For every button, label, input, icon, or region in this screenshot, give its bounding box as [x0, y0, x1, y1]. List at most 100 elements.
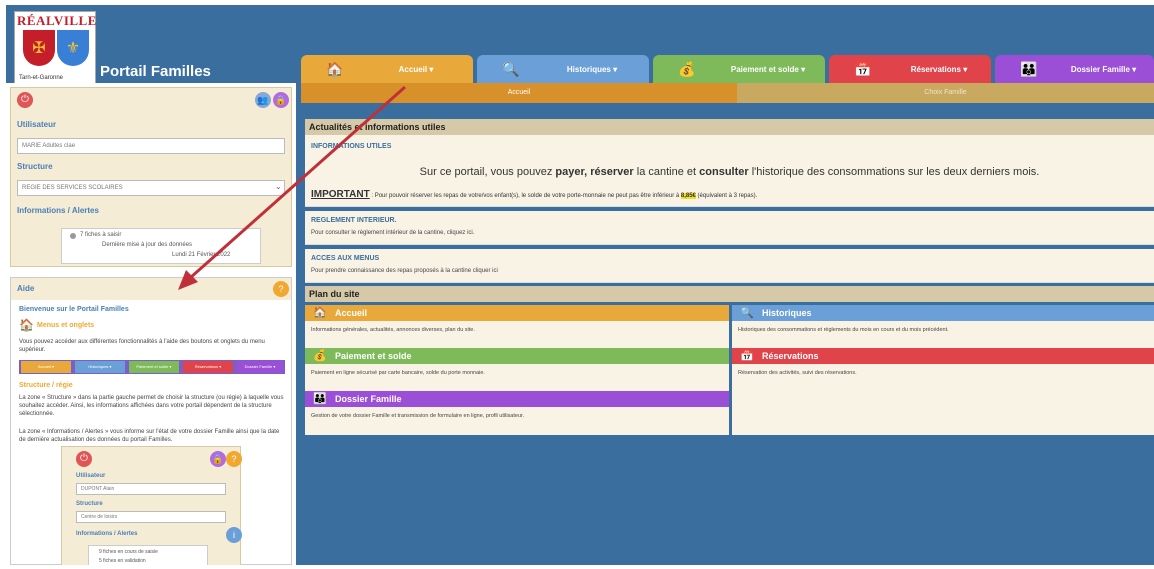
family-icon: 👪 — [1020, 61, 1038, 77]
subtab-choix-famille[interactable]: Choix Famille — [737, 83, 1154, 103]
plan-card-accueil[interactable]: Accueil 🏠 Informations générales, actual… — [305, 305, 729, 349]
calendar-icon: 📅 — [854, 61, 872, 77]
help-menus-title: Menus et onglets — [37, 322, 95, 329]
alert-line-3: Lundi 21 Février 2022 — [172, 252, 231, 258]
mini-user-field: DUPONT Alain — [76, 483, 226, 495]
menus-text: Pour prendre connaissance des repas prop… — [311, 268, 498, 274]
info-link[interactable]: INFORMATIONS UTILES — [311, 143, 391, 150]
logo-title: RÉALVILLE — [17, 13, 97, 28]
logo-subtitle: Tarn-et-Garonne — [19, 75, 64, 81]
help-structure-text: La zone « Structure » dans la partie gau… — [19, 395, 284, 417]
main-content: Actualités et informations utiles INFORM… — [301, 103, 1154, 565]
help-title: Aide — [17, 284, 35, 293]
power-icon[interactable]: ⏻ — [17, 92, 33, 108]
plan-card-reservations[interactable]: Réservations 📅 Réservation des activités… — [732, 348, 1154, 392]
tab-dossier-famille[interactable]: 👪 Dossier Famille ▾ — [995, 55, 1154, 83]
family-icon: 👪 — [313, 393, 327, 405]
alert-line-1: 7 fiches à saisir — [80, 232, 122, 238]
tab-reservations[interactable]: 📅 Réservations ▾ — [829, 55, 991, 83]
plan-card-title: Paiement et solde — [305, 348, 729, 364]
help-menus-text: Vous pouvez accéder aux différentes fonc… — [19, 339, 265, 353]
help-icon[interactable]: ? — [273, 281, 289, 297]
plan-card-title: Dossier Famille — [305, 391, 729, 407]
plan-card-paiement[interactable]: Paiement et solde 💰 Paiement en ligne sé… — [305, 348, 729, 392]
plan-card-desc: Paiement en ligne sécurisé par carte ban… — [311, 370, 485, 376]
money-icon: 💰 — [313, 350, 327, 362]
house-icon: 🏠 — [313, 307, 327, 319]
tab-label: Accueil ▾ — [398, 65, 434, 74]
plan-header: Plan du site — [305, 286, 1154, 302]
menus-link[interactable]: ACCES AUX MENUS — [311, 255, 379, 262]
shield-fleur-icon: ⚜ — [57, 30, 89, 66]
help-structure-title: Structure / régie — [19, 382, 73, 389]
help-welcome: Bienvenue sur le Portail Familles — [19, 306, 129, 313]
mini-tab-historiques: Historiques ▾ — [75, 361, 125, 373]
mini-structure-label: Structure — [76, 501, 103, 507]
mini-tab-dossier: Dossier Famille ▾ — [237, 361, 283, 373]
browser-frame: RÉALVILLE ✠ ⚜ Tarn-et-Garonne Portail Fa… — [6, 5, 1154, 565]
plan-card-historiques[interactable]: Historiques 🔍 Historiques des consommati… — [732, 305, 1154, 349]
mini-alerts-label: Informations / Alertes — [76, 531, 138, 537]
structure-label: Structure — [17, 162, 53, 171]
town-logo[interactable]: RÉALVILLE ✠ ⚜ Tarn-et-Garonne — [14, 11, 96, 85]
plan-card-title: Réservations — [732, 348, 1154, 364]
mini-alert-line-2: 5 fiches en validation — [99, 558, 146, 564]
welcome-text: Sur ce portail, vous pouvez payer, réser… — [419, 166, 1040, 178]
help-panel-illustration: ⏻ 🔒 ? Utilisateur DUPONT Alain Structure… — [61, 446, 242, 565]
important-notice: IMPORTANT : Pour pouvoir réserver les re… — [311, 189, 758, 200]
info-section: INFORMATIONS UTILES Sur ce portail, vous… — [305, 135, 1154, 207]
history-icon: 🔍 — [740, 307, 754, 319]
lock-icon[interactable]: 🔒 — [273, 92, 289, 108]
tab-label: Réservations ▾ — [910, 65, 968, 74]
alert-line-2: Dernière mise à jour des données — [102, 242, 193, 248]
plan-card-dossier-famille[interactable]: Dossier Famille 👪 Gestion de votre dossi… — [305, 391, 729, 435]
mini-alert-line-1: 9 fiches en cours de saisie — [99, 549, 158, 555]
tab-label: Dossier Famille ▾ — [1070, 65, 1137, 74]
structure-select[interactable]: REGIE DES SERVICES SCOLAIRES — [17, 180, 285, 196]
tab-label: Paiement et solde ▾ — [730, 65, 806, 74]
help-tabs-illustration: Accueil ▾ Historiques ▾ Paiement et sold… — [19, 360, 285, 374]
tab-label: Historiques ▾ — [566, 65, 618, 74]
mini-tab-paiement: Paiement et solde ▾ — [129, 361, 179, 373]
reglement-text: Pour consulter le règlement intérieur de… — [311, 230, 475, 236]
calendar-icon: 📅 — [740, 350, 754, 362]
user-field: MARIE Adultes clae — [17, 138, 285, 154]
mini-structure-field: Centre de loisirs — [76, 511, 226, 523]
tab-accueil[interactable]: 🏠 Accueil ▾ — [301, 55, 473, 83]
lock-icon: 🔒 — [210, 451, 226, 467]
left-sidebar: ⏻ 👥 🔒 Utilisateur MARIE Adultes clae Str… — [6, 83, 296, 565]
mini-tab-reservations: Réservations ▾ — [183, 361, 233, 373]
user-panel: ⏻ 👥 🔒 Utilisateur MARIE Adultes clae Str… — [10, 87, 292, 267]
plan-card-title: Accueil — [305, 305, 729, 321]
mini-user-label: Utilisateur — [76, 473, 106, 479]
help-header: Aide ? — [11, 278, 291, 300]
users-icon[interactable]: 👥 — [255, 92, 271, 108]
shield-cross-icon: ✠ — [23, 30, 55, 66]
plan-card-desc: Gestion de votre dossier Famille et tran… — [311, 413, 525, 419]
reglement-link[interactable]: REGLEMENT INTERIEUR. — [311, 217, 397, 224]
info-icon: i — [226, 527, 242, 543]
news-header: Actualités et informations utiles — [305, 119, 1154, 135]
tab-historiques[interactable]: 🔍 Historiques ▾ — [477, 55, 649, 83]
menus-section: ACCES AUX MENUS Pour prendre connaissanc… — [305, 249, 1154, 283]
house-icon: 🏠 — [326, 61, 344, 77]
reglement-section: REGLEMENT INTERIEUR. Pour consulter le r… — [305, 211, 1154, 245]
plan-card-title: Historiques — [732, 305, 1154, 321]
user-label: Utilisateur — [17, 120, 57, 129]
subtab-accueil[interactable]: Accueil — [301, 83, 737, 103]
help-icon: ? — [226, 451, 242, 467]
plan-card-empty — [732, 391, 1154, 435]
alert-dot-icon — [70, 233, 76, 239]
page-title: Portail Familles — [100, 63, 211, 80]
alerts-box: 7 fiches à saisir Dernière mise à jour d… — [61, 228, 261, 264]
alerts-label: Informations / Alertes — [17, 206, 99, 215]
chevron-down-icon: ⌄ — [275, 182, 282, 191]
mini-alerts-box: 9 fiches en cours de saisie 5 fiches en … — [88, 545, 208, 565]
house-icon: 🏠 — [19, 318, 34, 332]
help-panel: Aide ? Bienvenue sur le Portail Familles… — [10, 277, 292, 565]
power-icon: ⏻ — [76, 451, 92, 467]
mini-tab-accueil: Accueil ▾ — [21, 361, 71, 373]
history-icon: 🔍 — [502, 61, 520, 77]
sub-tabs: Accueil Choix Famille — [301, 83, 1154, 103]
tab-paiement[interactable]: 💰 Paiement et solde ▾ — [653, 55, 825, 83]
